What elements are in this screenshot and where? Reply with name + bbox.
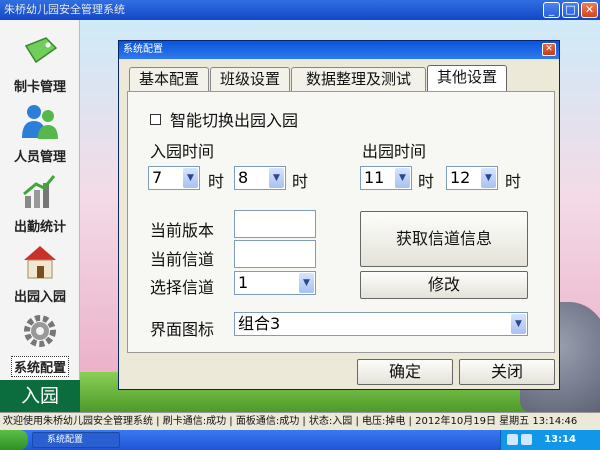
- chevron-down-icon[interactable]: ▼: [183, 168, 198, 188]
- select-channel-dropdown[interactable]: 1 ▼: [234, 271, 316, 295]
- chevron-down-icon[interactable]: ▼: [269, 168, 284, 188]
- taskbar-clock: 13:14: [544, 434, 576, 445]
- get-channel-button[interactable]: 获取信道信息: [360, 211, 528, 267]
- minimize-button[interactable]: _: [543, 2, 560, 18]
- other-settings-panel: 智能切换出园入园 入园时间 出园时间 7 ▼ 时 8 ▼ 时 11 ▼ 时 12…: [127, 91, 555, 353]
- smart-switch-label: 智能切换出园入园: [170, 111, 299, 130]
- exit-time-label: 出园时间: [362, 142, 427, 161]
- hour-suffix: 时: [505, 172, 522, 191]
- mode-indicator[interactable]: 入园: [0, 380, 80, 412]
- select-channel-label: 选择信道: [150, 278, 215, 297]
- tab-data-test[interactable]: 数据整理及测试: [291, 67, 426, 91]
- ui-icon-value: 组合3: [238, 314, 281, 333]
- people-icon: [22, 105, 58, 139]
- nav-item-entry-exit[interactable]: 出园入园: [0, 236, 80, 305]
- nav-item-attendance-stats[interactable]: 出勤统计: [0, 166, 80, 235]
- version-label: 当前版本: [150, 221, 215, 240]
- system-tray: 13:14: [500, 430, 600, 450]
- nav-label: 人员管理: [13, 150, 66, 165]
- nav-label: 出园入园: [13, 290, 66, 305]
- house-icon: [24, 246, 56, 279]
- hour-suffix: 时: [208, 172, 225, 191]
- chevron-down-icon[interactable]: ▼: [395, 168, 410, 188]
- ok-button[interactable]: 确定: [357, 359, 453, 385]
- exit-from-value: 11: [364, 168, 385, 187]
- entry-time-label: 入园时间: [150, 142, 215, 161]
- smart-switch-checkbox[interactable]: [150, 114, 161, 125]
- taskbar-app-button[interactable]: 系统配置: [32, 432, 120, 448]
- app-title: 朱桥幼儿园安全管理系统: [4, 3, 125, 16]
- taskbar: 系统配置 13:14: [0, 430, 600, 450]
- exit-from-select[interactable]: 11 ▼: [360, 166, 412, 190]
- channel-field[interactable]: [234, 240, 316, 268]
- network-icon[interactable]: [507, 434, 518, 445]
- gear-icon: [24, 315, 56, 347]
- nav-label: 制卡管理: [13, 80, 66, 95]
- hour-suffix: 时: [418, 172, 435, 191]
- nav-item-people-management[interactable]: 人员管理: [0, 96, 80, 165]
- entry-to-select[interactable]: 8 ▼: [234, 166, 286, 190]
- tab-other-settings[interactable]: 其他设置: [427, 65, 507, 92]
- entry-from-select[interactable]: 7 ▼: [148, 166, 200, 190]
- maximize-button[interactable]: □: [562, 2, 579, 18]
- version-field[interactable]: [234, 210, 316, 238]
- nav-label: 出勤统计: [13, 220, 66, 235]
- card-tag-icon: [24, 37, 58, 64]
- dialog-title: 系统配置: [123, 44, 163, 55]
- chevron-down-icon[interactable]: ▼: [299, 273, 314, 293]
- volume-icon[interactable]: [521, 434, 532, 445]
- modify-button[interactable]: 修改: [360, 271, 528, 299]
- nav-label: 系统配置: [10, 356, 69, 377]
- chevron-down-icon[interactable]: ▼: [511, 314, 526, 334]
- start-button[interactable]: [0, 430, 28, 450]
- tab-basic-config[interactable]: 基本配置: [129, 67, 209, 91]
- entry-to-value: 8: [238, 168, 249, 187]
- nav-item-card-management[interactable]: 制卡管理: [0, 26, 80, 95]
- hour-suffix: 时: [292, 172, 309, 191]
- ui-icon-dropdown[interactable]: 组合3 ▼: [234, 312, 528, 336]
- select-channel-value: 1: [238, 273, 249, 292]
- exit-to-value: 12: [450, 168, 471, 187]
- chevron-down-icon[interactable]: ▼: [481, 168, 496, 188]
- tab-class-settings[interactable]: 班级设置: [210, 67, 290, 91]
- exit-to-select[interactable]: 12 ▼: [446, 166, 498, 190]
- dialog-close-icon[interactable]: ✕: [542, 43, 556, 56]
- status-bar: 欢迎使用朱桥幼儿园安全管理系统 | 刷卡通信:成功 | 面板通信:成功 | 状态…: [0, 412, 600, 430]
- ui-icon-label: 界面图标: [150, 320, 215, 339]
- nav-item-system-config[interactable]: 系统配置: [0, 306, 80, 377]
- sidebar-nav: 制卡管理 人员管理 出勤统计 出园入园 系统配置 入园: [0, 20, 80, 412]
- dialog-title-bar: 系统配置 ✕: [119, 41, 559, 59]
- close-window-button[interactable]: ✕: [581, 2, 598, 18]
- close-button[interactable]: 关闭: [459, 359, 555, 385]
- app-title-bar: 朱桥幼儿园安全管理系统 _ □ ✕: [0, 0, 600, 20]
- entry-from-value: 7: [152, 168, 163, 187]
- system-config-dialog: 系统配置 ✕ 基本配置 班级设置 数据整理及测试 其他设置 智能切换出园入园 入…: [118, 40, 560, 390]
- channel-label: 当前信道: [150, 250, 215, 269]
- bar-chart-icon: [23, 175, 56, 208]
